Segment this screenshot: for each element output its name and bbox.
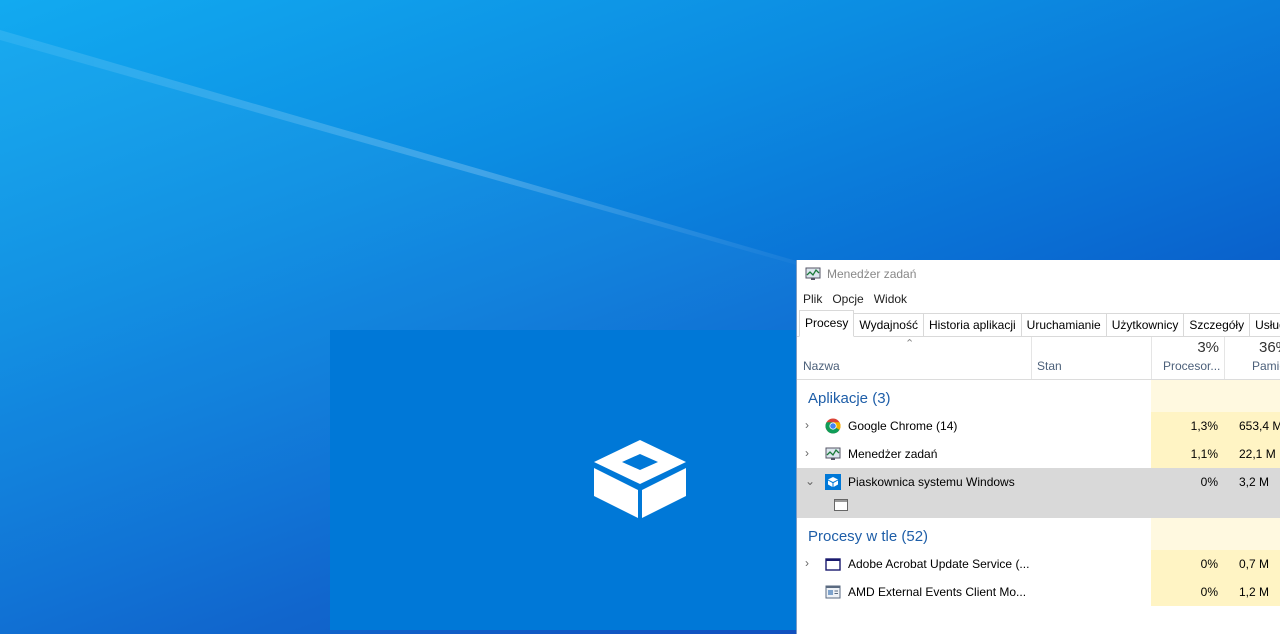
column-separator[interactable] <box>1151 337 1152 379</box>
task-manager-icon <box>825 447 841 460</box>
sandbox-logo-icon <box>594 440 686 518</box>
cpu-cell <box>1151 518 1224 550</box>
process-row[interactable]: › Google Chrome (14) 1,3% 653,4 M <box>797 412 1280 440</box>
sandbox-icon <box>825 474 841 490</box>
sandbox-window[interactable] <box>330 330 800 630</box>
sort-up-icon: ⌃ <box>905 338 915 350</box>
memory-value: 3,2 M <box>1239 475 1270 489</box>
process-name: Google Chrome (14) <box>848 419 958 433</box>
tab-users[interactable]: Użytkownicy <box>1105 313 1185 336</box>
process-list: Aplikacje (3) › Google Chrome (14) 1,3% … <box>797 380 1280 606</box>
process-name: AMD External Events Client Mo... <box>848 585 1027 599</box>
process-row[interactable]: ⌄ Piaskownica systemu Windows 0% 3,2 M <box>797 468 1280 496</box>
memory-cell: 3,2 M <box>1224 468 1280 496</box>
window-icon <box>825 558 841 571</box>
title-bar: Menedżer zadań <box>797 260 1280 288</box>
memory-total-percent: 36% <box>1259 339 1280 356</box>
group-title: Aplikacje (3) <box>808 390 891 407</box>
memory-value: 1,2 M <box>1239 585 1270 599</box>
chevron-right-icon[interactable]: › <box>805 418 817 432</box>
memory-value: 653,4 M <box>1239 419 1280 433</box>
memory-cell: 653,4 M <box>1224 412 1280 440</box>
memory-value: 22,1 M <box>1239 447 1276 461</box>
column-state[interactable]: Stan <box>1037 359 1062 373</box>
process-row[interactable]: AMD External Events Client Mo... 0% 1,2 … <box>797 578 1280 606</box>
memory-cell <box>1224 496 1280 518</box>
chevron-right-icon[interactable]: › <box>805 556 817 570</box>
process-name: Menedżer zadań <box>848 447 938 461</box>
menu-options[interactable]: Opcje <box>832 292 863 306</box>
process-name: Adobe Acrobat Update Service (... <box>848 557 1030 571</box>
process-row[interactable]: › Adobe Acrobat Update Service (... 0% 0… <box>797 550 1280 578</box>
group-header-apps: Aplikacje (3) <box>797 380 1280 412</box>
memory-cell: 0,7 M <box>1224 550 1280 578</box>
column-name[interactable]: Nazwa <box>803 359 840 373</box>
cpu-value: 1,1% <box>1190 447 1218 461</box>
service-icon <box>825 585 841 599</box>
cpu-value: 0% <box>1200 475 1218 489</box>
column-separator[interactable] <box>1224 337 1225 379</box>
chevron-right-icon[interactable]: › <box>805 446 817 460</box>
process-row[interactable]: › Menedżer zadań 1,1% 22,1 M <box>797 440 1280 468</box>
cpu-value: 0% <box>1200 585 1218 599</box>
tab-performance[interactable]: Wydajność <box>853 313 924 336</box>
cpu-cell <box>1151 380 1224 412</box>
cpu-cell: 0% <box>1151 578 1224 606</box>
memory-cell <box>1224 518 1280 550</box>
cpu-value: 0% <box>1200 557 1218 571</box>
chrome-icon <box>825 418 841 434</box>
window-icon <box>834 499 848 511</box>
menu-view[interactable]: Widok <box>874 292 907 306</box>
column-memory[interactable]: Pamię <box>1252 359 1280 373</box>
task-manager-window[interactable]: Menedżer zadań Plik Opcje Widok Procesy … <box>796 260 1280 634</box>
cpu-cell: 0% <box>1151 550 1224 578</box>
task-manager-icon <box>805 267 821 280</box>
tab-strip: Procesy Wydajność Historia aplikacji Uru… <box>797 310 1280 337</box>
process-name: Piaskownica systemu Windows <box>848 475 1015 489</box>
memory-cell: 1,2 M <box>1224 578 1280 606</box>
column-header: ⌃ Nazwa Stan 3% Procesor... 36% Pamię <box>797 337 1280 380</box>
group-header-background: Procesy w tle (52) <box>797 518 1280 550</box>
process-subrow[interactable] <box>797 496 1280 518</box>
group-title: Procesy w tle (52) <box>808 528 929 545</box>
chevron-down-icon[interactable]: ⌄ <box>805 474 817 488</box>
cpu-cell <box>1151 496 1224 518</box>
cpu-cell: 1,3% <box>1151 412 1224 440</box>
tab-startup[interactable]: Uruchamianie <box>1020 313 1107 336</box>
tab-details[interactable]: Szczegóły <box>1183 313 1251 336</box>
memory-cell <box>1224 380 1280 412</box>
memory-value: 0,7 M <box>1239 557 1270 571</box>
cpu-value: 1,3% <box>1190 419 1218 433</box>
tab-services[interactable]: Usług <box>1249 313 1280 336</box>
window-title: Menedżer zadań <box>827 267 917 281</box>
cpu-cell: 1,1% <box>1151 440 1224 468</box>
menu-bar: Plik Opcje Widok <box>797 288 1280 310</box>
cpu-total-percent: 3% <box>1197 339 1219 356</box>
cpu-cell: 0% <box>1151 468 1224 496</box>
column-separator[interactable] <box>1031 337 1032 379</box>
tab-app-history[interactable]: Historia aplikacji <box>922 313 1022 336</box>
memory-cell: 22,1 M <box>1224 440 1280 468</box>
column-cpu[interactable]: Procesor... <box>1163 359 1220 373</box>
menu-file[interactable]: Plik <box>803 292 822 306</box>
tab-processes[interactable]: Procesy <box>799 310 855 337</box>
